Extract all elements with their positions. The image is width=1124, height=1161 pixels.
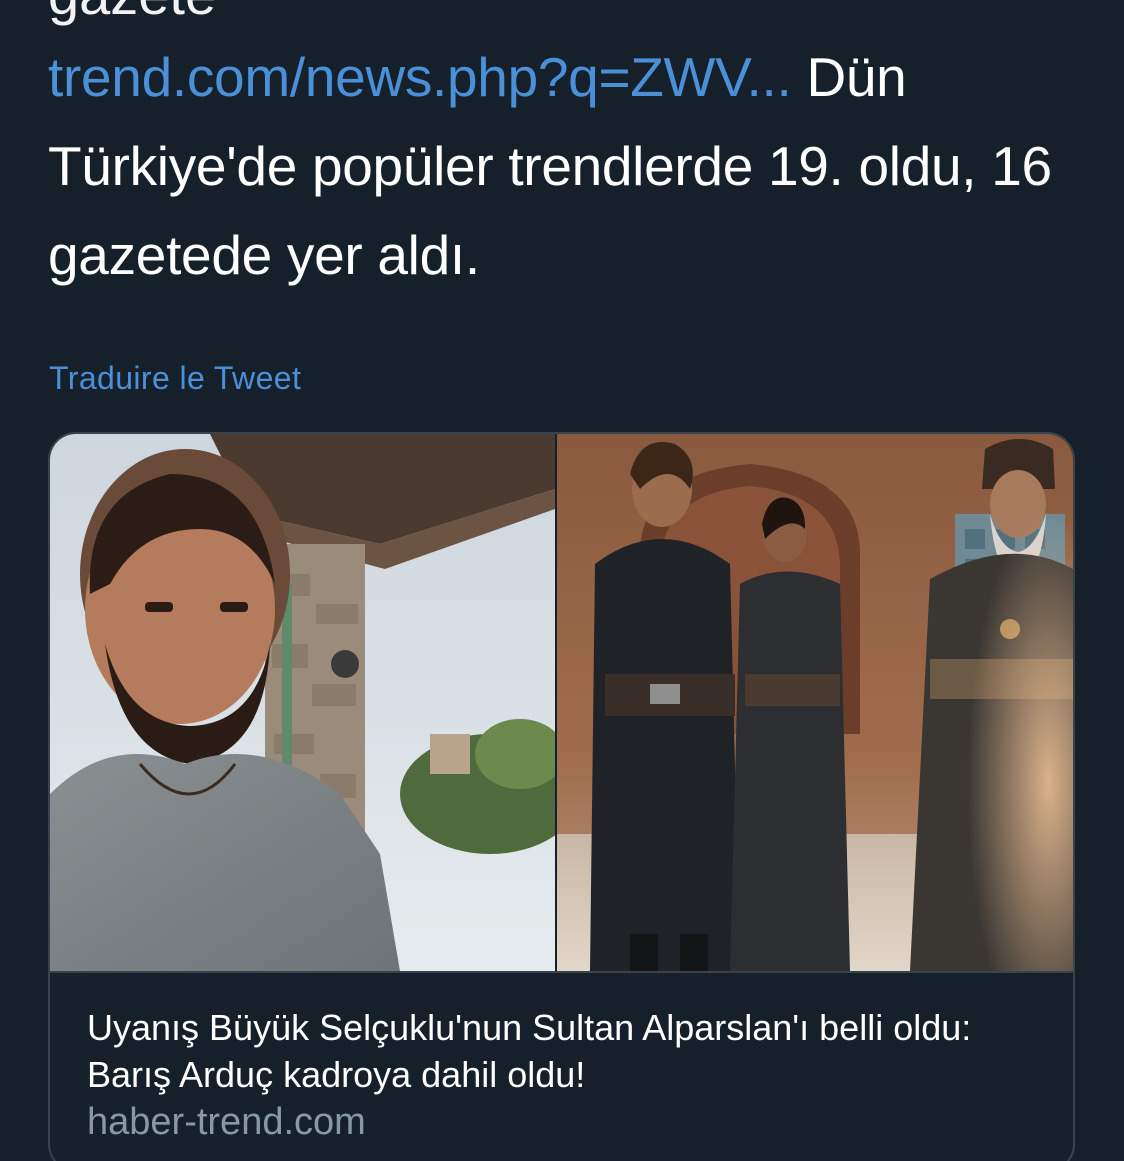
link-preview-card[interactable]: Uyanış Büyük Selçuklu'nun Sultan Alparsl…: [48, 432, 1075, 1161]
left-photo: [50, 434, 580, 971]
translate-tweet-link[interactable]: Traduire le Tweet: [49, 360, 301, 397]
right-photo: [557, 434, 1073, 971]
card-title[interactable]: Uyanış Büyük Selçuklu'nun Sultan Alparsl…: [87, 1004, 1027, 1098]
card-photo-collage: [50, 434, 1073, 971]
cut-line-text: gazete: [48, 0, 216, 26]
card-domain: haber-trend.com: [87, 1101, 366, 1143]
previous-text-line-partial: gazete: [48, 0, 216, 27]
card-image[interactable]: [50, 434, 1073, 971]
tweet-body: trend.com/news.php?q=ZWV... Dün Türkiye'…: [48, 33, 1098, 300]
card-divider: [50, 971, 1073, 973]
tweet-link[interactable]: trend.com/news.php?q=ZWV...: [48, 46, 792, 108]
